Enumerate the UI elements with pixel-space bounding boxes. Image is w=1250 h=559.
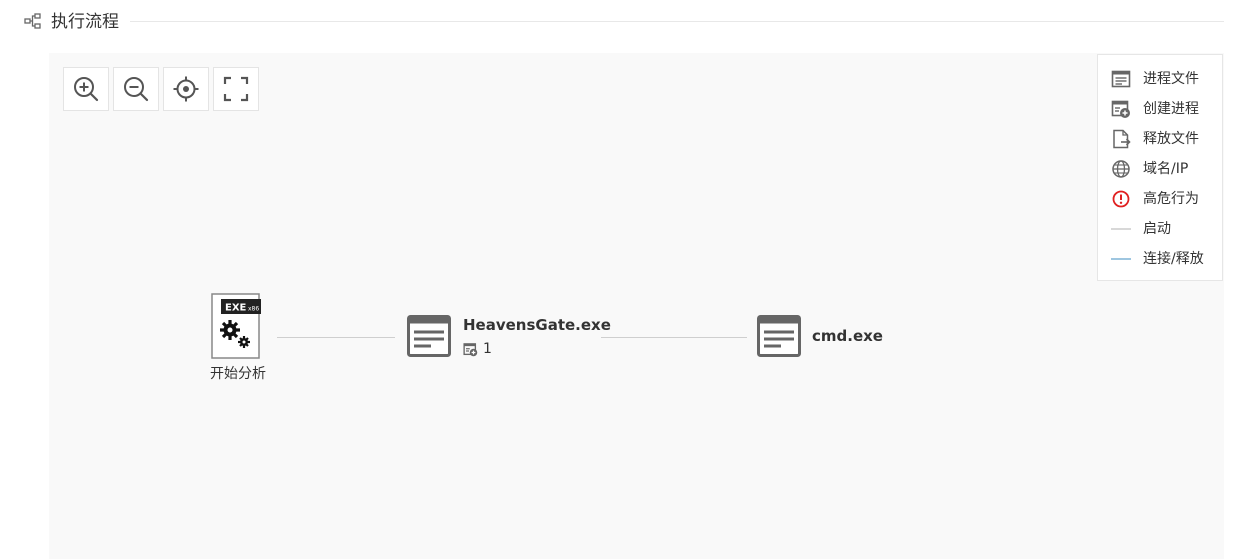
legend-label: 释放文件 <box>1143 131 1199 147</box>
globe-icon <box>1112 160 1130 178</box>
crosshair-icon <box>173 76 199 102</box>
legend-item-connect-release: 连接/释放 <box>1111 249 1221 269</box>
process-file-icon <box>1111 70 1131 88</box>
fullscreen-button[interactable] <box>213 67 259 111</box>
create-process-icon <box>1111 100 1130 118</box>
legend-item-start: 启动 <box>1111 219 1221 239</box>
section-divider <box>130 21 1224 22</box>
legend-item-domain-ip: 域名/IP <box>1111 159 1221 179</box>
release-file-icon <box>1113 129 1131 149</box>
legend-label: 高危行为 <box>1143 191 1199 207</box>
edge-start-to-heavensgate <box>277 337 395 338</box>
legend-label: 域名/IP <box>1143 161 1189 177</box>
create-process-icon <box>463 343 478 357</box>
zoom-out-icon <box>124 77 149 102</box>
start-analysis-node[interactable]: EXE x86 开始分析 <box>199 293 277 388</box>
zoom-in-icon <box>74 77 99 102</box>
process-window-icon <box>407 315 451 357</box>
start-node-label: 开始分析 <box>210 366 266 382</box>
exe-file-icon: EXE x86 <box>211 293 261 359</box>
edge-heavensgate-to-cmd <box>601 337 747 338</box>
start-line-icon <box>1111 228 1131 230</box>
section-title: 执行流程 <box>51 12 119 32</box>
legend-label: 创建进程 <box>1143 101 1199 117</box>
fullscreen-icon <box>223 76 249 102</box>
legend-item-process-file: 进程文件 <box>1111 69 1221 89</box>
process-name: cmd.exe <box>812 327 883 345</box>
legend-label: 连接/释放 <box>1143 251 1204 267</box>
warning-icon <box>1112 190 1130 208</box>
flow-canvas[interactable]: 进程文件 创建进程 释放文件 域名/IP 高危行为 启动 连接/释放 EXE x… <box>49 53 1224 559</box>
legend-item-create-process: 创建进程 <box>1111 99 1221 119</box>
exe-badge: EXE <box>225 303 247 314</box>
exe-badge-arch: x86 <box>248 306 259 313</box>
section-header: 执行流程 <box>24 10 1224 34</box>
flowchart-icon <box>24 13 41 29</box>
process-window-icon <box>757 315 801 357</box>
zoom-out-button[interactable] <box>113 67 159 111</box>
connect-line-icon <box>1111 258 1131 260</box>
legend-label: 进程文件 <box>1143 71 1199 87</box>
legend-item-release-file: 释放文件 <box>1111 129 1221 149</box>
legend-item-high-risk: 高危行为 <box>1111 189 1221 209</box>
zoom-in-button[interactable] <box>63 67 109 111</box>
process-name: HeavensGate.exe <box>463 316 611 334</box>
child-process-count: 1 <box>463 340 503 357</box>
locate-button[interactable] <box>163 67 209 111</box>
legend-panel: 进程文件 创建进程 释放文件 域名/IP 高危行为 启动 连接/释放 <box>1097 54 1223 281</box>
child-count-value: 1 <box>483 341 492 357</box>
legend-label: 启动 <box>1143 221 1171 237</box>
